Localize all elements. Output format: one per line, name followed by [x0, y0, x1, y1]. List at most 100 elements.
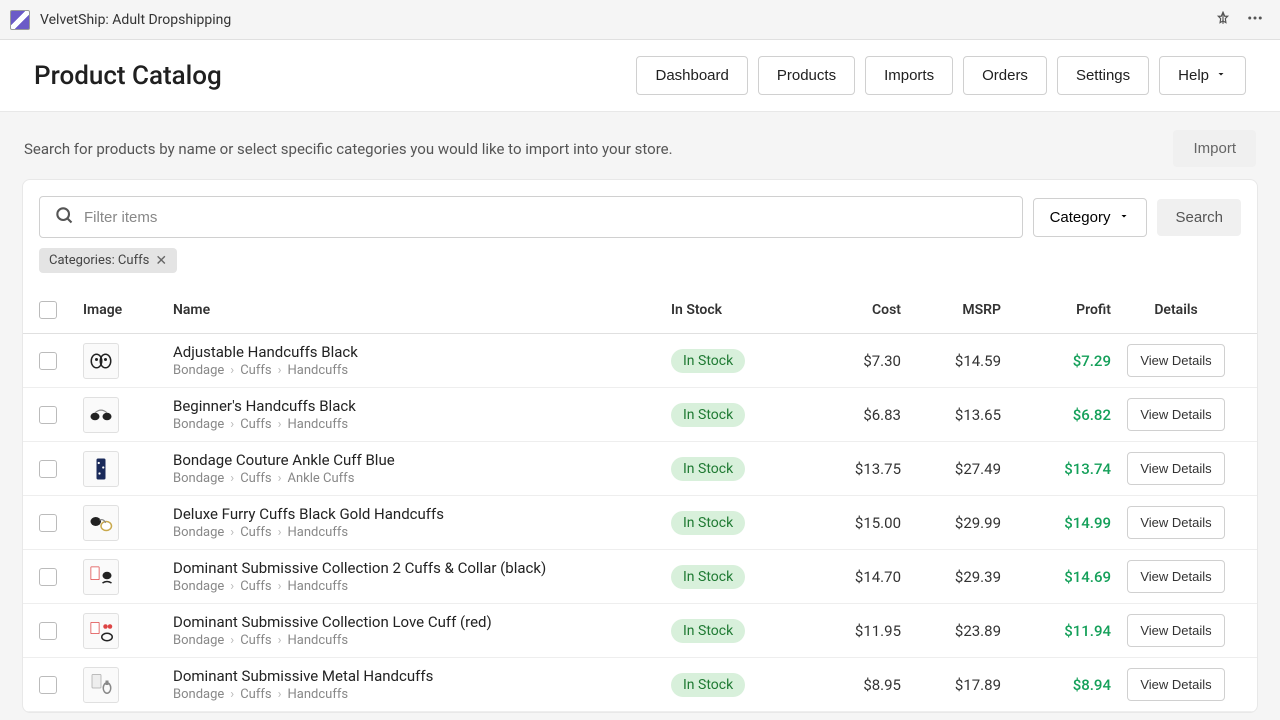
product-cost: $11.95	[801, 622, 901, 640]
nav-help[interactable]: Help	[1159, 56, 1246, 95]
product-name: Adjustable Handcuffs Black	[173, 343, 671, 361]
nav: Dashboard Products Imports Orders Settin…	[636, 56, 1246, 95]
stock-badge: In Stock	[671, 511, 745, 535]
product-name: Dominant Submissive Metal Handcuffs	[173, 667, 671, 685]
catalog-card: Category Search Categories: Cuffs ✕ Imag…	[22, 179, 1258, 713]
product-msrp: $13.65	[901, 406, 1001, 424]
product-thumbnail	[83, 613, 119, 649]
view-details-button[interactable]: View Details	[1127, 452, 1224, 485]
search-button[interactable]: Search	[1157, 199, 1241, 236]
subheader-text: Search for products by name or select sp…	[24, 140, 673, 158]
row-checkbox[interactable]	[39, 514, 57, 532]
more-icon[interactable]	[1246, 9, 1264, 31]
header-stock: In Stock	[671, 302, 801, 318]
filter-chip-categories[interactable]: Categories: Cuffs ✕	[39, 248, 177, 273]
table-row: Beginner's Handcuffs Black Bondage›Cuffs›…	[23, 388, 1257, 442]
select-all-checkbox[interactable]	[39, 301, 57, 319]
chevron-down-icon	[1215, 67, 1227, 84]
product-profit: $8.94	[1001, 676, 1111, 694]
view-details-button[interactable]: View Details	[1127, 398, 1224, 431]
product-breadcrumb: Bondage›Cuffs›Handcuffs	[173, 687, 671, 702]
product-cost: $15.00	[801, 514, 901, 532]
stock-badge: In Stock	[671, 619, 745, 643]
header-msrp: MSRP	[901, 302, 1001, 318]
search-input[interactable]	[84, 209, 1008, 226]
nav-orders[interactable]: Orders	[963, 56, 1047, 95]
header: Product Catalog Dashboard Products Impor…	[0, 40, 1280, 112]
table-row: Bondage Couture Ankle Cuff Blue Bondage›C…	[23, 442, 1257, 496]
close-icon[interactable]: ✕	[155, 254, 167, 268]
product-cost: $14.70	[801, 568, 901, 586]
app-title: VelvetShip: Adult Dropshipping	[40, 12, 231, 28]
product-profit: $14.99	[1001, 514, 1111, 532]
row-checkbox[interactable]	[39, 568, 57, 586]
product-cost: $7.30	[801, 352, 901, 370]
table-row: Dominant Submissive Collection 2 Cuffs &…	[23, 550, 1257, 604]
stock-badge: In Stock	[671, 673, 745, 697]
product-thumbnail	[83, 397, 119, 433]
product-profit: $13.74	[1001, 460, 1111, 478]
product-name: Bondage Couture Ankle Cuff Blue	[173, 451, 671, 469]
row-checkbox[interactable]	[39, 676, 57, 694]
product-msrp: $23.89	[901, 622, 1001, 640]
stock-badge: In Stock	[671, 457, 745, 481]
product-name: Beginner's Handcuffs Black	[173, 397, 671, 415]
nav-imports[interactable]: Imports	[865, 56, 953, 95]
view-details-button[interactable]: View Details	[1127, 506, 1224, 539]
page-title: Product Catalog	[34, 61, 222, 91]
category-button-label: Category	[1050, 209, 1111, 226]
stock-badge: In Stock	[671, 403, 745, 427]
product-breadcrumb: Bondage›Cuffs›Handcuffs	[173, 363, 671, 378]
table-row: Adjustable Handcuffs Black Bondage›Cuffs›…	[23, 334, 1257, 388]
product-thumbnail	[83, 505, 119, 541]
row-checkbox[interactable]	[39, 352, 57, 370]
pin-icon[interactable]	[1216, 10, 1230, 29]
product-breadcrumb: Bondage›Cuffs›Handcuffs	[173, 525, 671, 540]
nav-products[interactable]: Products	[758, 56, 855, 95]
product-thumbnail	[83, 451, 119, 487]
nav-dashboard[interactable]: Dashboard	[636, 56, 747, 95]
view-details-button[interactable]: View Details	[1127, 614, 1224, 647]
row-checkbox[interactable]	[39, 460, 57, 478]
view-details-button[interactable]: View Details	[1127, 560, 1224, 593]
header-profit: Profit	[1001, 302, 1111, 318]
table-row: Dominant Submissive Metal Handcuffs Bonda…	[23, 658, 1257, 712]
view-details-button[interactable]: View Details	[1127, 668, 1224, 701]
product-breadcrumb: Bondage›Cuffs›Ankle Cuffs	[173, 471, 671, 486]
product-cost: $6.83	[801, 406, 901, 424]
product-thumbnail	[83, 559, 119, 595]
row-checkbox[interactable]	[39, 406, 57, 424]
product-name: Deluxe Furry Cuffs Black Gold Handcuffs	[173, 505, 671, 523]
product-breadcrumb: Bondage›Cuffs›Handcuffs	[173, 417, 671, 432]
product-thumbnail	[83, 667, 119, 703]
product-breadcrumb: Bondage›Cuffs›Handcuffs	[173, 579, 671, 594]
import-button[interactable]: Import	[1173, 130, 1256, 167]
row-checkbox[interactable]	[39, 622, 57, 640]
product-name: Dominant Submissive Collection Love Cuff…	[173, 613, 671, 631]
titlebar: VelvetShip: Adult Dropshipping	[0, 0, 1280, 40]
product-profit: $14.69	[1001, 568, 1111, 586]
search-box[interactable]	[39, 196, 1023, 238]
product-profit: $7.29	[1001, 352, 1111, 370]
nav-settings[interactable]: Settings	[1057, 56, 1149, 95]
subheader: Search for products by name or select sp…	[0, 112, 1280, 179]
table-header: Image Name In Stock Cost MSRP Profit Det…	[23, 287, 1257, 334]
product-cost: $13.75	[801, 460, 901, 478]
product-breadcrumb: Bondage›Cuffs›Handcuffs	[173, 633, 671, 648]
search-icon	[54, 205, 74, 229]
product-msrp: $14.59	[901, 352, 1001, 370]
product-profit: $6.82	[1001, 406, 1111, 424]
stock-badge: In Stock	[671, 565, 745, 589]
product-name: Dominant Submissive Collection 2 Cuffs &…	[173, 559, 671, 577]
category-button[interactable]: Category	[1033, 198, 1148, 237]
filter-chips: Categories: Cuffs ✕	[23, 238, 1257, 287]
table-row: Dominant Submissive Collection Love Cuff…	[23, 604, 1257, 658]
header-name: Name	[173, 302, 671, 318]
header-image: Image	[83, 302, 173, 318]
table-row: Deluxe Furry Cuffs Black Gold Handcuffs B…	[23, 496, 1257, 550]
product-msrp: $17.89	[901, 676, 1001, 694]
product-thumbnail	[83, 343, 119, 379]
view-details-button[interactable]: View Details	[1127, 344, 1224, 377]
app-icon	[10, 10, 30, 30]
product-table: Image Name In Stock Cost MSRP Profit Det…	[23, 287, 1257, 712]
